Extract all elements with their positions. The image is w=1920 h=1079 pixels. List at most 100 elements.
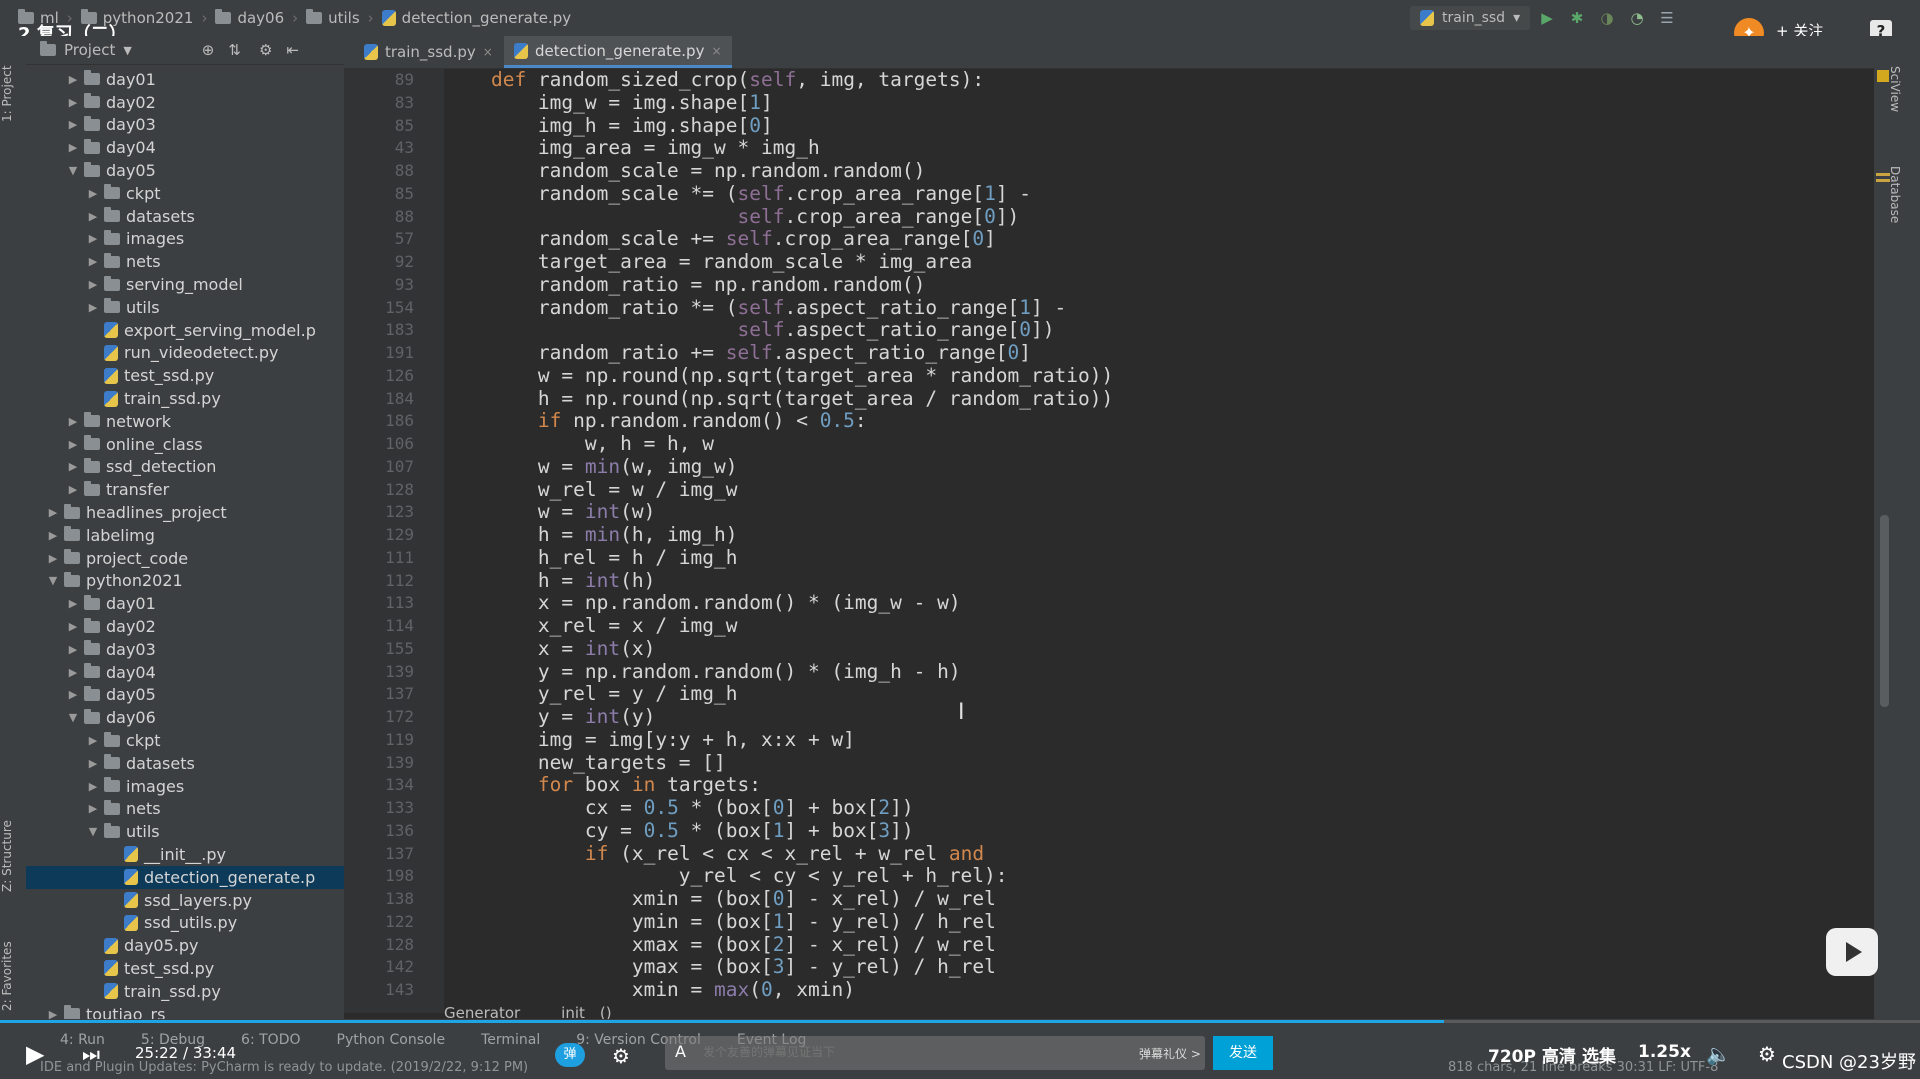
close-icon[interactable]: × bbox=[483, 45, 493, 59]
chevron-right-icon[interactable]: ▶ bbox=[86, 301, 100, 314]
tree-folder[interactable]: ▶ utils bbox=[26, 296, 344, 319]
code-line[interactable]: random_scale *= (self.crop_area_range[1]… bbox=[444, 182, 1113, 206]
tree-folder[interactable]: ▶ labelimg bbox=[26, 524, 344, 547]
code-line[interactable]: self.crop_area_range[0]) bbox=[444, 205, 1113, 229]
chevron-down-icon[interactable]: ▼ bbox=[123, 44, 131, 57]
breadcrumb-item[interactable]: detection_generate.py bbox=[378, 9, 575, 27]
tree-folder[interactable]: ▶ day03 bbox=[26, 638, 344, 661]
code-line[interactable]: img_area = img_w * img_h bbox=[444, 136, 1113, 160]
tree-folder[interactable]: ▼ day05 bbox=[26, 159, 344, 182]
tree-folder[interactable]: ▶ ckpt bbox=[26, 182, 344, 205]
tree-folder[interactable]: ▶ day04 bbox=[26, 136, 344, 159]
code-line[interactable]: cy = 0.5 * (box[1] + box[3]) bbox=[444, 819, 1113, 843]
danmaku-toggle[interactable]: 弹 bbox=[555, 1043, 585, 1067]
chevron-right-icon[interactable]: ▶ bbox=[46, 506, 60, 519]
code-line[interactable]: new_targets = [] bbox=[444, 751, 1113, 775]
chevron-down-icon[interactable]: ▼ bbox=[66, 164, 80, 177]
code-line[interactable]: if (x_rel < cx < x_rel + w_rel and bbox=[444, 842, 1113, 866]
code-line[interactable]: def random_sized_crop(self, img, targets… bbox=[444, 69, 1113, 92]
code-line[interactable]: w_rel = w / img_w bbox=[444, 478, 1113, 502]
tree-folder[interactable]: ▶ day01 bbox=[26, 592, 344, 615]
database-tool-tab[interactable]: Database bbox=[1888, 166, 1902, 223]
code-line[interactable]: y_rel < cy < y_rel + h_rel): bbox=[444, 864, 1113, 888]
code-line[interactable]: x_rel = x / img_w bbox=[444, 614, 1113, 638]
tree-file[interactable]: test_ssd.py bbox=[26, 957, 344, 980]
code-line[interactable]: h = int(h) bbox=[444, 569, 1113, 593]
chevron-right-icon[interactable]: ▶ bbox=[86, 255, 100, 268]
tree-folder[interactable]: ▼ utils bbox=[26, 820, 344, 843]
close-icon[interactable]: × bbox=[711, 44, 721, 58]
breadcrumb-item[interactable]: utils bbox=[302, 9, 364, 27]
tree-file[interactable]: __init__.py bbox=[26, 843, 344, 866]
chevron-right-icon[interactable]: ▶ bbox=[66, 688, 80, 701]
quality-selector[interactable]: 720P 高清 bbox=[1488, 1042, 1576, 1067]
locate-icon[interactable]: ⊕ bbox=[202, 41, 215, 59]
send-button[interactable]: 发送 bbox=[1213, 1036, 1273, 1070]
breadcrumb-item[interactable]: day06 bbox=[211, 9, 288, 27]
chevron-right-icon[interactable]: ▶ bbox=[66, 73, 80, 86]
code-line[interactable]: x = int(x) bbox=[444, 637, 1113, 661]
collapse-all-icon[interactable]: ⇅ bbox=[228, 41, 241, 59]
tree-file[interactable]: day05.py bbox=[26, 934, 344, 957]
chevron-right-icon[interactable]: ▶ bbox=[66, 483, 80, 496]
code-line[interactable]: y = int(y) bbox=[444, 705, 1113, 729]
chevron-right-icon[interactable]: ▶ bbox=[86, 802, 100, 815]
code-line[interactable]: xmin = (box[0] - x_rel) / w_rel bbox=[444, 887, 1113, 911]
tree-folder[interactable]: ▶ day02 bbox=[26, 91, 344, 114]
code-line[interactable]: random_scale += self.crop_area_range[0] bbox=[444, 227, 1113, 251]
gear-icon[interactable]: ⚙ bbox=[259, 41, 272, 59]
tree-folder[interactable]: ▶ day01 bbox=[26, 68, 344, 91]
bottom-tool-tab[interactable]: 6: TODO bbox=[241, 1032, 300, 1048]
chevron-right-icon[interactable]: ▶ bbox=[86, 187, 100, 200]
tree-folder[interactable]: ▶ ckpt bbox=[26, 729, 344, 752]
code-line[interactable]: target_area = random_scale * img_area bbox=[444, 250, 1113, 274]
chevron-right-icon[interactable]: ▶ bbox=[46, 1008, 60, 1019]
code-line[interactable]: ymin = (box[1] - y_rel) / h_rel bbox=[444, 910, 1113, 934]
chevron-right-icon[interactable]: ▶ bbox=[86, 757, 100, 770]
tree-file[interactable]: ssd_layers.py bbox=[26, 889, 344, 912]
code-line[interactable]: w = np.round(np.sqrt(target_area * rando… bbox=[444, 364, 1113, 388]
code-line[interactable]: w = int(w) bbox=[444, 500, 1113, 524]
code-line[interactable]: self.aspect_ratio_range[0]) bbox=[444, 318, 1113, 342]
play-icon[interactable]: ▶ bbox=[26, 1040, 44, 1068]
tree-folder[interactable]: ▶ online_class bbox=[26, 433, 344, 456]
favorites-tool-tab[interactable]: 2: Favorites bbox=[0, 921, 26, 1031]
danmaku-settings-icon[interactable]: ⚙ bbox=[612, 1044, 630, 1068]
editor-tab[interactable]: train_ssd.py × bbox=[354, 36, 503, 68]
chevron-down-icon[interactable]: ▼ bbox=[46, 574, 60, 587]
code-line[interactable]: xmin = max(0, xmin) bbox=[444, 978, 1113, 1002]
code-line[interactable]: w, h = h, w bbox=[444, 432, 1113, 456]
chevron-right-icon[interactable]: ▶ bbox=[66, 620, 80, 633]
tree-folder[interactable]: ▶ datasets bbox=[26, 205, 344, 228]
project-panel-title[interactable]: Project bbox=[64, 41, 115, 59]
code-editor[interactable]: def random_sized_crop(self, img, targets… bbox=[444, 69, 1874, 1013]
tree-folder[interactable]: ▶ day05 bbox=[26, 684, 344, 707]
code-line[interactable]: w = min(w, img_w) bbox=[444, 455, 1113, 479]
speed-selector[interactable]: 1.25x bbox=[1638, 1042, 1691, 1062]
tree-folder[interactable]: ▼ day06 bbox=[26, 706, 344, 729]
danmaku-style-icon[interactable]: A bbox=[675, 1042, 686, 1061]
chevron-right-icon[interactable]: ▶ bbox=[66, 643, 80, 656]
chevron-right-icon[interactable]: ▶ bbox=[86, 210, 100, 223]
tree-folder[interactable]: ▶ ssd_detection bbox=[26, 456, 344, 479]
run-configuration-select[interactable]: train_ssd ▾ bbox=[1410, 6, 1531, 30]
code-line[interactable]: x = np.random.random() * (img_w - w) bbox=[444, 591, 1113, 615]
tree-folder[interactable]: ▶ toutiao_rs bbox=[26, 1003, 344, 1019]
chevron-right-icon[interactable]: ▶ bbox=[86, 734, 100, 747]
hide-panel-icon[interactable]: ⇤ bbox=[286, 41, 299, 59]
tree-folder[interactable]: ▶ day04 bbox=[26, 661, 344, 684]
chevron-right-icon[interactable]: ▶ bbox=[86, 278, 100, 291]
bilibili-tv-icon[interactable] bbox=[1826, 928, 1878, 976]
tree-folder[interactable]: ▶ transfer bbox=[26, 478, 344, 501]
code-line[interactable]: ymax = (box[3] - y_rel) / h_rel bbox=[444, 955, 1113, 979]
tree-file[interactable]: detection_generate.p bbox=[26, 865, 344, 889]
chevron-right-icon[interactable]: ▶ bbox=[86, 780, 100, 793]
code-line[interactable]: random_ratio = np.random.random() bbox=[444, 273, 1113, 297]
code-line[interactable]: xmax = (box[2] - x_rel) / w_rel bbox=[444, 933, 1113, 957]
tree-folder[interactable]: ▶ network bbox=[26, 410, 344, 433]
structure-tool-tab[interactable]: Z: Structure bbox=[0, 801, 26, 911]
scroll-marker[interactable] bbox=[1876, 179, 1890, 182]
chevron-right-icon[interactable]: ▶ bbox=[46, 552, 60, 565]
code-line[interactable]: for box in targets: bbox=[444, 773, 1113, 797]
episodes-button[interactable]: 选集 bbox=[1582, 1042, 1616, 1067]
